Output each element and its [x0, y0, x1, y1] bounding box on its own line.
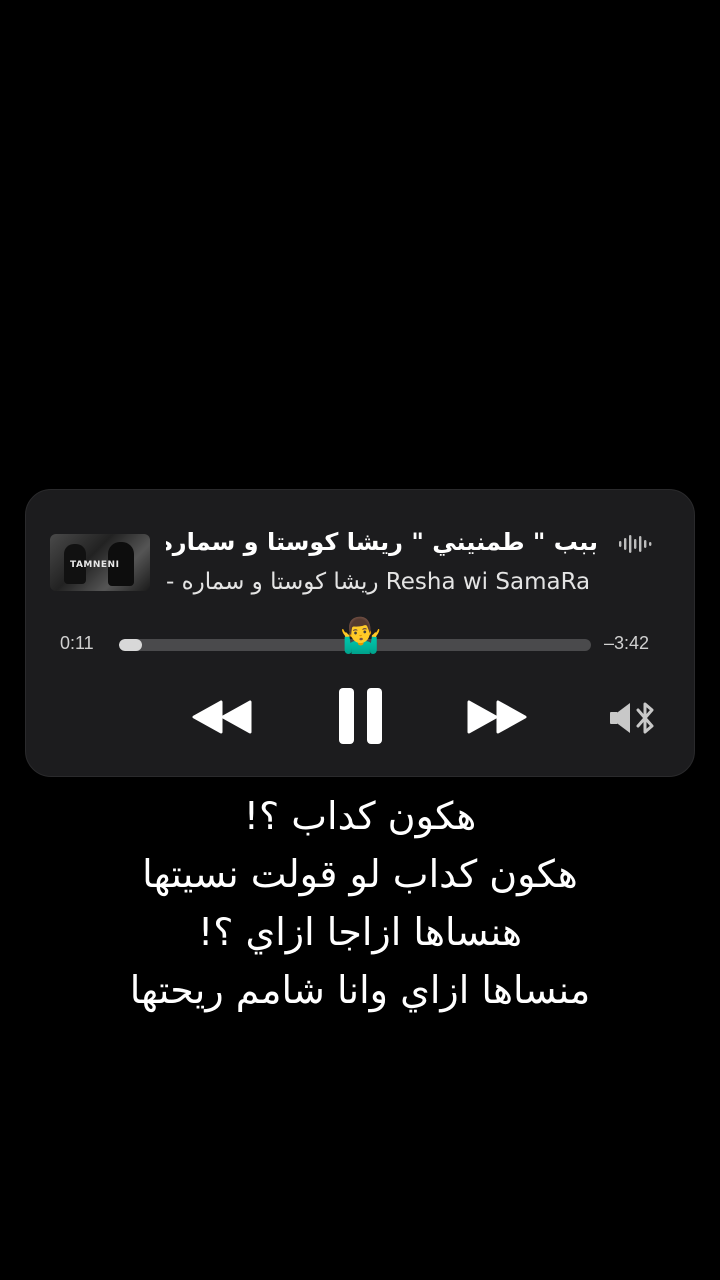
- artist-latin: Resha wi SamaRa: [385, 569, 591, 595]
- pause-icon[interactable]: [336, 686, 386, 746]
- lyrics-overlay: هكون كداب ؟! هكون كداب لو قولت نسيتها هن…: [0, 787, 720, 1019]
- artwork-label: TAMNENI: [70, 560, 120, 570]
- track-artist: Resha wi SamaRa ريشا كوستا و سماره -: [166, 569, 598, 601]
- now-playing-widget: TAMNENI ببب " طمنيني " ريشا كوستا و سمار…: [25, 489, 695, 777]
- track-title: ببب " طمنيني " ريشا كوستا و سماره ناو: [166, 528, 598, 556]
- rewind-icon[interactable]: [189, 697, 255, 737]
- elapsed-time: 0:11: [60, 633, 94, 653]
- fast-forward-icon[interactable]: [464, 697, 530, 737]
- remaining-time: –3:42: [604, 633, 650, 653]
- progress-knob-emoji[interactable]: 🤷‍♂️: [339, 614, 383, 658]
- artist-arabic: ريشا كوستا و سماره -: [166, 569, 379, 595]
- lyrics-line-3: هنساها ازاجا ازاي ؟!: [198, 910, 522, 954]
- lyrics-line-1: هكون كداب ؟!: [243, 794, 477, 838]
- album-artwork[interactable]: TAMNENI: [50, 534, 150, 591]
- speaker-bluetooth-icon[interactable]: [608, 698, 660, 738]
- lyrics-line-2: هكون كداب لو قولت نسيتها: [142, 852, 578, 896]
- progress-fill: [119, 639, 142, 651]
- waveform-icon: [619, 535, 652, 553]
- lyrics-line-4: منساها ازاي وانا شامم ريحتها: [129, 968, 591, 1012]
